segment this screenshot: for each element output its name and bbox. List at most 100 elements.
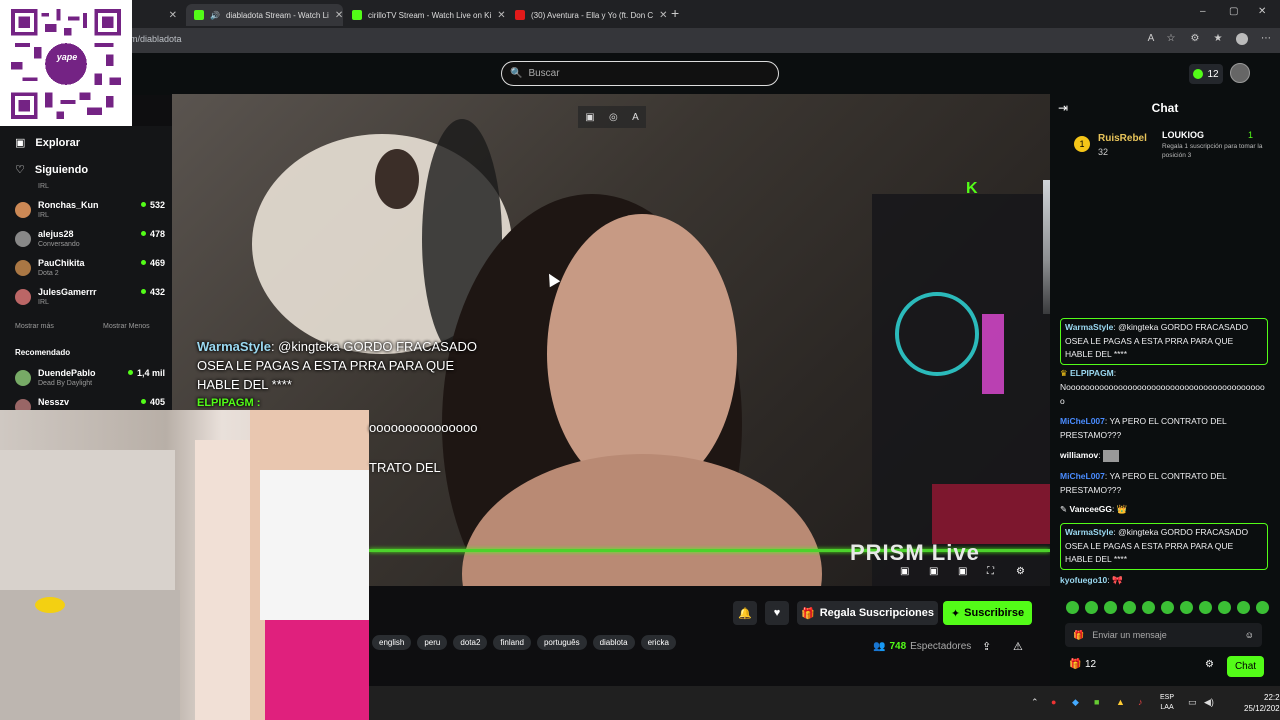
prism-icon: ▣ (958, 566, 968, 577)
chat-username[interactable]: WarmaStyle (1065, 322, 1113, 332)
notification-bell-button[interactable]: 🔔 (733, 601, 757, 625)
emote-bar (1066, 601, 1269, 614)
chat-input[interactable]: 🎁 Enviar un mensaje ☺ (1065, 623, 1262, 647)
chat-username[interactable]: MiCheL007 (1060, 471, 1105, 481)
tray-app-icon[interactable]: ■ (1094, 697, 1099, 707)
emoji-picker-icon[interactable]: ☺ (1245, 630, 1254, 640)
points-icon[interactable]: 🎁 (1069, 659, 1081, 670)
chat-username[interactable]: kyofuego10 (1060, 575, 1107, 585)
gift-subs-button[interactable]: 🎁 Regala Suscripciones (797, 601, 938, 625)
tag[interactable]: peru (417, 635, 448, 650)
microphone-icon[interactable]: ♪ (1138, 697, 1143, 707)
chat-message: Nooooooooooooooooooooooooooooooooooooooo… (1060, 381, 1268, 408)
favorites-icon[interactable]: ★ (1212, 33, 1224, 45)
tag[interactable]: dota2 (453, 635, 488, 650)
channel-category: IRL (38, 299, 49, 306)
viewer-number: 748 (889, 641, 907, 652)
volume-icon[interactable]: ◀) (1204, 697, 1214, 708)
chat-settings-icon[interactable]: ⚙ (1205, 659, 1214, 670)
minimize-button[interactable]: – (1200, 6, 1206, 17)
emote-icon[interactable] (1104, 601, 1117, 614)
tray-app-icon[interactable]: ◆ (1072, 697, 1079, 708)
sidebar-channel-ronchas-kun[interactable]: Ronchas_Kun IRL 532 (15, 198, 165, 224)
new-tab-button[interactable]: + (671, 5, 679, 21)
tray-app-icon[interactable]: ● (1051, 697, 1056, 707)
emote-icon[interactable] (1142, 601, 1155, 614)
emote-icon[interactable] (1199, 601, 1212, 614)
user-avatar[interactable] (1230, 63, 1250, 83)
video-tools[interactable]: ▣ ◎ A (578, 106, 646, 128)
send-chat-button[interactable]: Chat (1227, 656, 1264, 677)
emote-icon[interactable] (1085, 601, 1098, 614)
sidebar-channel-pauchikita[interactable]: PauChikita Dota 2 469 (15, 256, 165, 282)
tray-app-icon[interactable]: ▲ (1116, 697, 1125, 707)
translate-icon[interactable]: A (632, 112, 639, 123)
close-tab-icon[interactable]: ✕ (497, 10, 505, 21)
emote-icon[interactable] (1161, 601, 1174, 614)
emote-icon[interactable] (1256, 601, 1269, 614)
browser-tab-youtube[interactable]: (30) Aventura - Ella y Yo (ft. Don C ✕ (507, 4, 667, 26)
close-tab-icon[interactable]: ✕ (335, 10, 343, 21)
chat-username[interactable]: ELPIPAGM (1070, 368, 1114, 378)
stream-overlay-chat: WarmaStyle: @kingteka GORDO FRACASADO OS… (197, 337, 477, 413)
screenshot-icon[interactable]: ▣ (585, 112, 594, 123)
tag[interactable]: english (372, 635, 412, 650)
nav-explorar[interactable]: ▣ Explorar (15, 136, 80, 150)
chat-username[interactable]: VanceeGG (1070, 504, 1113, 514)
sidebar-channel-duendepablo[interactable]: DuendePablo Dead By Daylight 1,4 mil (15, 366, 165, 392)
tag[interactable]: finland (493, 635, 531, 650)
tag[interactable]: português (536, 635, 587, 650)
emote-icon[interactable] (1218, 601, 1231, 614)
sidebar-channel-alejus28[interactable]: alejus28 Conversando 478 (15, 227, 165, 253)
close-tab-icon[interactable]: ✕ (169, 10, 177, 21)
show-more-link[interactable]: Mostrar más (15, 323, 54, 330)
emote-icon[interactable] (1237, 601, 1250, 614)
tab-title: (30) Aventura - Ella y Yo (ft. Don C (531, 10, 654, 20)
chat-username[interactable]: williamov (1060, 450, 1098, 460)
heart-icon: ♡ (15, 164, 25, 176)
subscribe-button[interactable]: ✦ Suscribirse (943, 601, 1032, 625)
clip-icon[interactable]: ◎ (609, 112, 618, 123)
system-clock[interactable]: 22:29 25/12/2025 (1244, 692, 1280, 714)
tag[interactable]: diablota (592, 635, 635, 650)
emote-icon[interactable] (1180, 601, 1193, 614)
bell-icon: 🔔 (738, 607, 752, 620)
youtube-favicon-icon (515, 10, 525, 20)
close-window-button[interactable]: ✕ (1258, 6, 1266, 17)
viewers-icon: 👥 (873, 641, 886, 652)
share-icon[interactable]: ⇪ (982, 640, 991, 653)
url-text[interactable]: m/diabladota (130, 34, 182, 44)
extension-icon[interactable]: ⚙ (1189, 33, 1201, 45)
address-bar[interactable]: m/diabladota (0, 28, 1280, 53)
browser-tab-cirillotv[interactable]: cirilloTV Stream - Watch Live on Ki ✕ (344, 4, 506, 26)
notification-button[interactable]: 12 (1189, 64, 1223, 84)
chat-message: kyofuego10: 🎀 (1060, 574, 1268, 588)
network-icon[interactable]: ▭ (1188, 697, 1197, 708)
read-aloud-icon[interactable]: A (1145, 33, 1157, 45)
close-tab-icon[interactable]: ✕ (659, 10, 667, 21)
channel-name: PauChikita (38, 258, 85, 268)
bookmark-star-icon[interactable]: ☆ (1165, 33, 1177, 45)
chat-username[interactable]: MiCheL007 (1060, 416, 1105, 426)
gift-icon[interactable]: 🎁 (1073, 630, 1084, 641)
tray-expand-icon[interactable]: ⌃ (1031, 697, 1039, 708)
stream-tags: english peru dota2 finland português dia… (372, 635, 676, 650)
maximize-button[interactable]: ▢ (1229, 6, 1238, 17)
avatar (15, 202, 31, 218)
sidebar-channel-julesgamerrr[interactable]: JulesGamerrr IRL 432 (15, 285, 165, 311)
emote-icon[interactable] (1066, 601, 1079, 614)
emote-icon[interactable] (1123, 601, 1136, 614)
nav-siguiendo[interactable]: ♡ Siguiendo (15, 163, 88, 177)
language-indicator[interactable]: ESP LAA (1160, 693, 1174, 713)
profile-icon[interactable] (1236, 33, 1248, 45)
show-less-link[interactable]: Mostrar Menos (103, 323, 150, 330)
report-icon[interactable]: ⚠ (1013, 640, 1023, 653)
tag[interactable]: ericka (640, 635, 676, 650)
channel-name: Nesszv (38, 397, 70, 407)
search-input[interactable]: 🔍 Buscar (501, 61, 779, 86)
chat-username[interactable]: WarmaStyle (1065, 527, 1113, 537)
browser-tab-diabladota[interactable]: 🔊 diabladota Stream - Watch Li ✕ (186, 4, 343, 26)
more-menu-icon[interactable]: ⋯ (1260, 33, 1272, 45)
follow-button[interactable]: ♥ (765, 601, 789, 625)
speaker-icon: 🔊 (210, 10, 220, 20)
